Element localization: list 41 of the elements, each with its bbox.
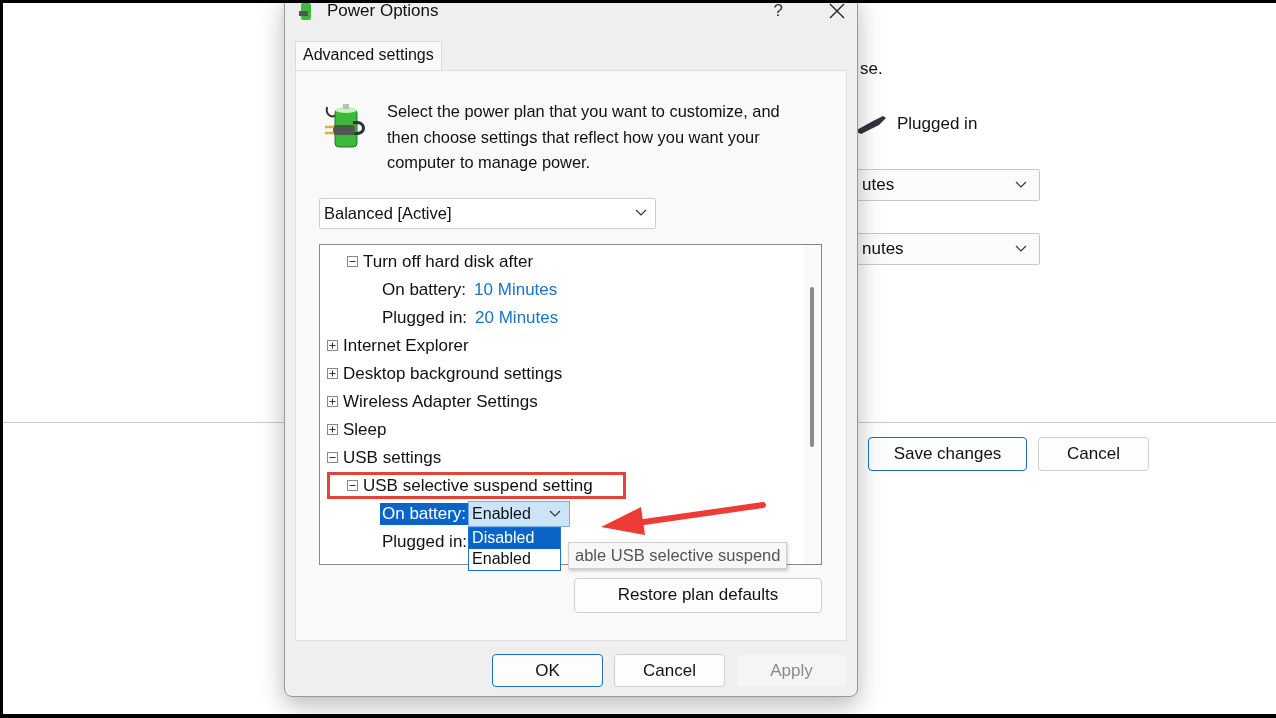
expand-icon[interactable]: [327, 340, 338, 351]
close-icon[interactable]: [829, 3, 845, 19]
dialog-button[interactable]: OK: [492, 654, 603, 687]
scrollbar[interactable]: [804, 244, 821, 564]
window-title: Power Options: [327, 3, 440, 21]
expand-icon[interactable]: [327, 424, 338, 435]
setting-label[interactable]: On battery:: [380, 502, 469, 525]
chevron-down-icon: [635, 209, 647, 217]
tree-item-label[interactable]: Wireless Adapter Settings: [343, 391, 538, 412]
setting-value-link[interactable]: 10 Minutes: [474, 279, 558, 300]
chevron-down-icon: [548, 509, 561, 518]
setting-label[interactable]: Plugged in:: [380, 530, 470, 553]
expand-icon[interactable]: [327, 368, 338, 379]
power-plan-dropdown[interactable]: Balanced [Active]: [319, 197, 656, 229]
collapse-icon[interactable]: [347, 480, 358, 491]
setting-value-link[interactable]: 20 Minutes: [475, 307, 559, 328]
tab[interactable]: Advanced settings: [295, 41, 442, 70]
page-button[interactable]: Cancel: [1038, 437, 1149, 471]
dialog-button[interactable]: Cancel: [614, 654, 725, 687]
collapse-icon[interactable]: [347, 256, 358, 267]
restore-defaults-button[interactable]: Restore plan defaults: [574, 577, 822, 613]
dropdown-option[interactable]: Disabled: [469, 527, 561, 549]
tree-item-label[interactable]: USB settings: [343, 447, 442, 468]
tree-item-label[interactable]: Sleep: [343, 419, 387, 440]
tree-item-label[interactable]: Desktop background settings: [343, 363, 563, 384]
page-button[interactable]: Save changes: [868, 437, 1027, 471]
tree-item-label[interactable]: Internet Explorer: [343, 335, 469, 356]
tooltip: able USB selective suspend: [568, 541, 788, 569]
chevron-down-icon: [1015, 181, 1027, 189]
expand-icon[interactable]: [327, 396, 338, 407]
collapse-icon[interactable]: [327, 452, 338, 463]
tree-item-label[interactable]: USB selective suspend setting: [363, 475, 593, 496]
tree-item-label[interactable]: Turn off hard disk after: [363, 251, 534, 272]
chevron-down-icon: [1015, 245, 1027, 253]
setting-label[interactable]: On battery:: [380, 278, 469, 301]
scrollbar-thumb[interactable]: [810, 286, 814, 447]
column-header: Plugged in: [897, 114, 978, 134]
setting-label[interactable]: Plugged in:: [380, 306, 470, 329]
description-text: Select the power plan that you want to customize, and then choose settings that reflect how you want your computer to manage power.: [387, 101, 781, 173]
intro-text-fragment: se.: [859, 59, 884, 80]
help-button[interactable]: ?: [773, 3, 783, 21]
